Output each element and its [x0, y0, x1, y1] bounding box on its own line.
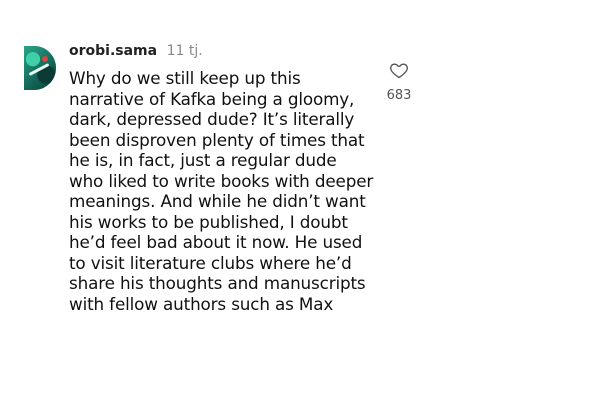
heart-outline-icon	[390, 63, 408, 79]
avatar-detail-dot	[42, 56, 48, 62]
like-count: 683	[386, 88, 412, 103]
comment-text: Why do we still keep up this narrative o…	[69, 68, 374, 314]
username[interactable]: orobi.sama	[69, 43, 157, 59]
comment-body: Why do we still keep up this narrative o…	[69, 68, 374, 338]
comment-timestamp: 11 tj.	[166, 43, 203, 59]
like-button[interactable]: 683	[384, 60, 414, 103]
avatar[interactable]	[24, 46, 56, 90]
comment-meta: orobi.sama 11 tj.	[69, 42, 203, 60]
comment: orobi.sama 11 tj. Why do we still keep u…	[0, 0, 600, 400]
